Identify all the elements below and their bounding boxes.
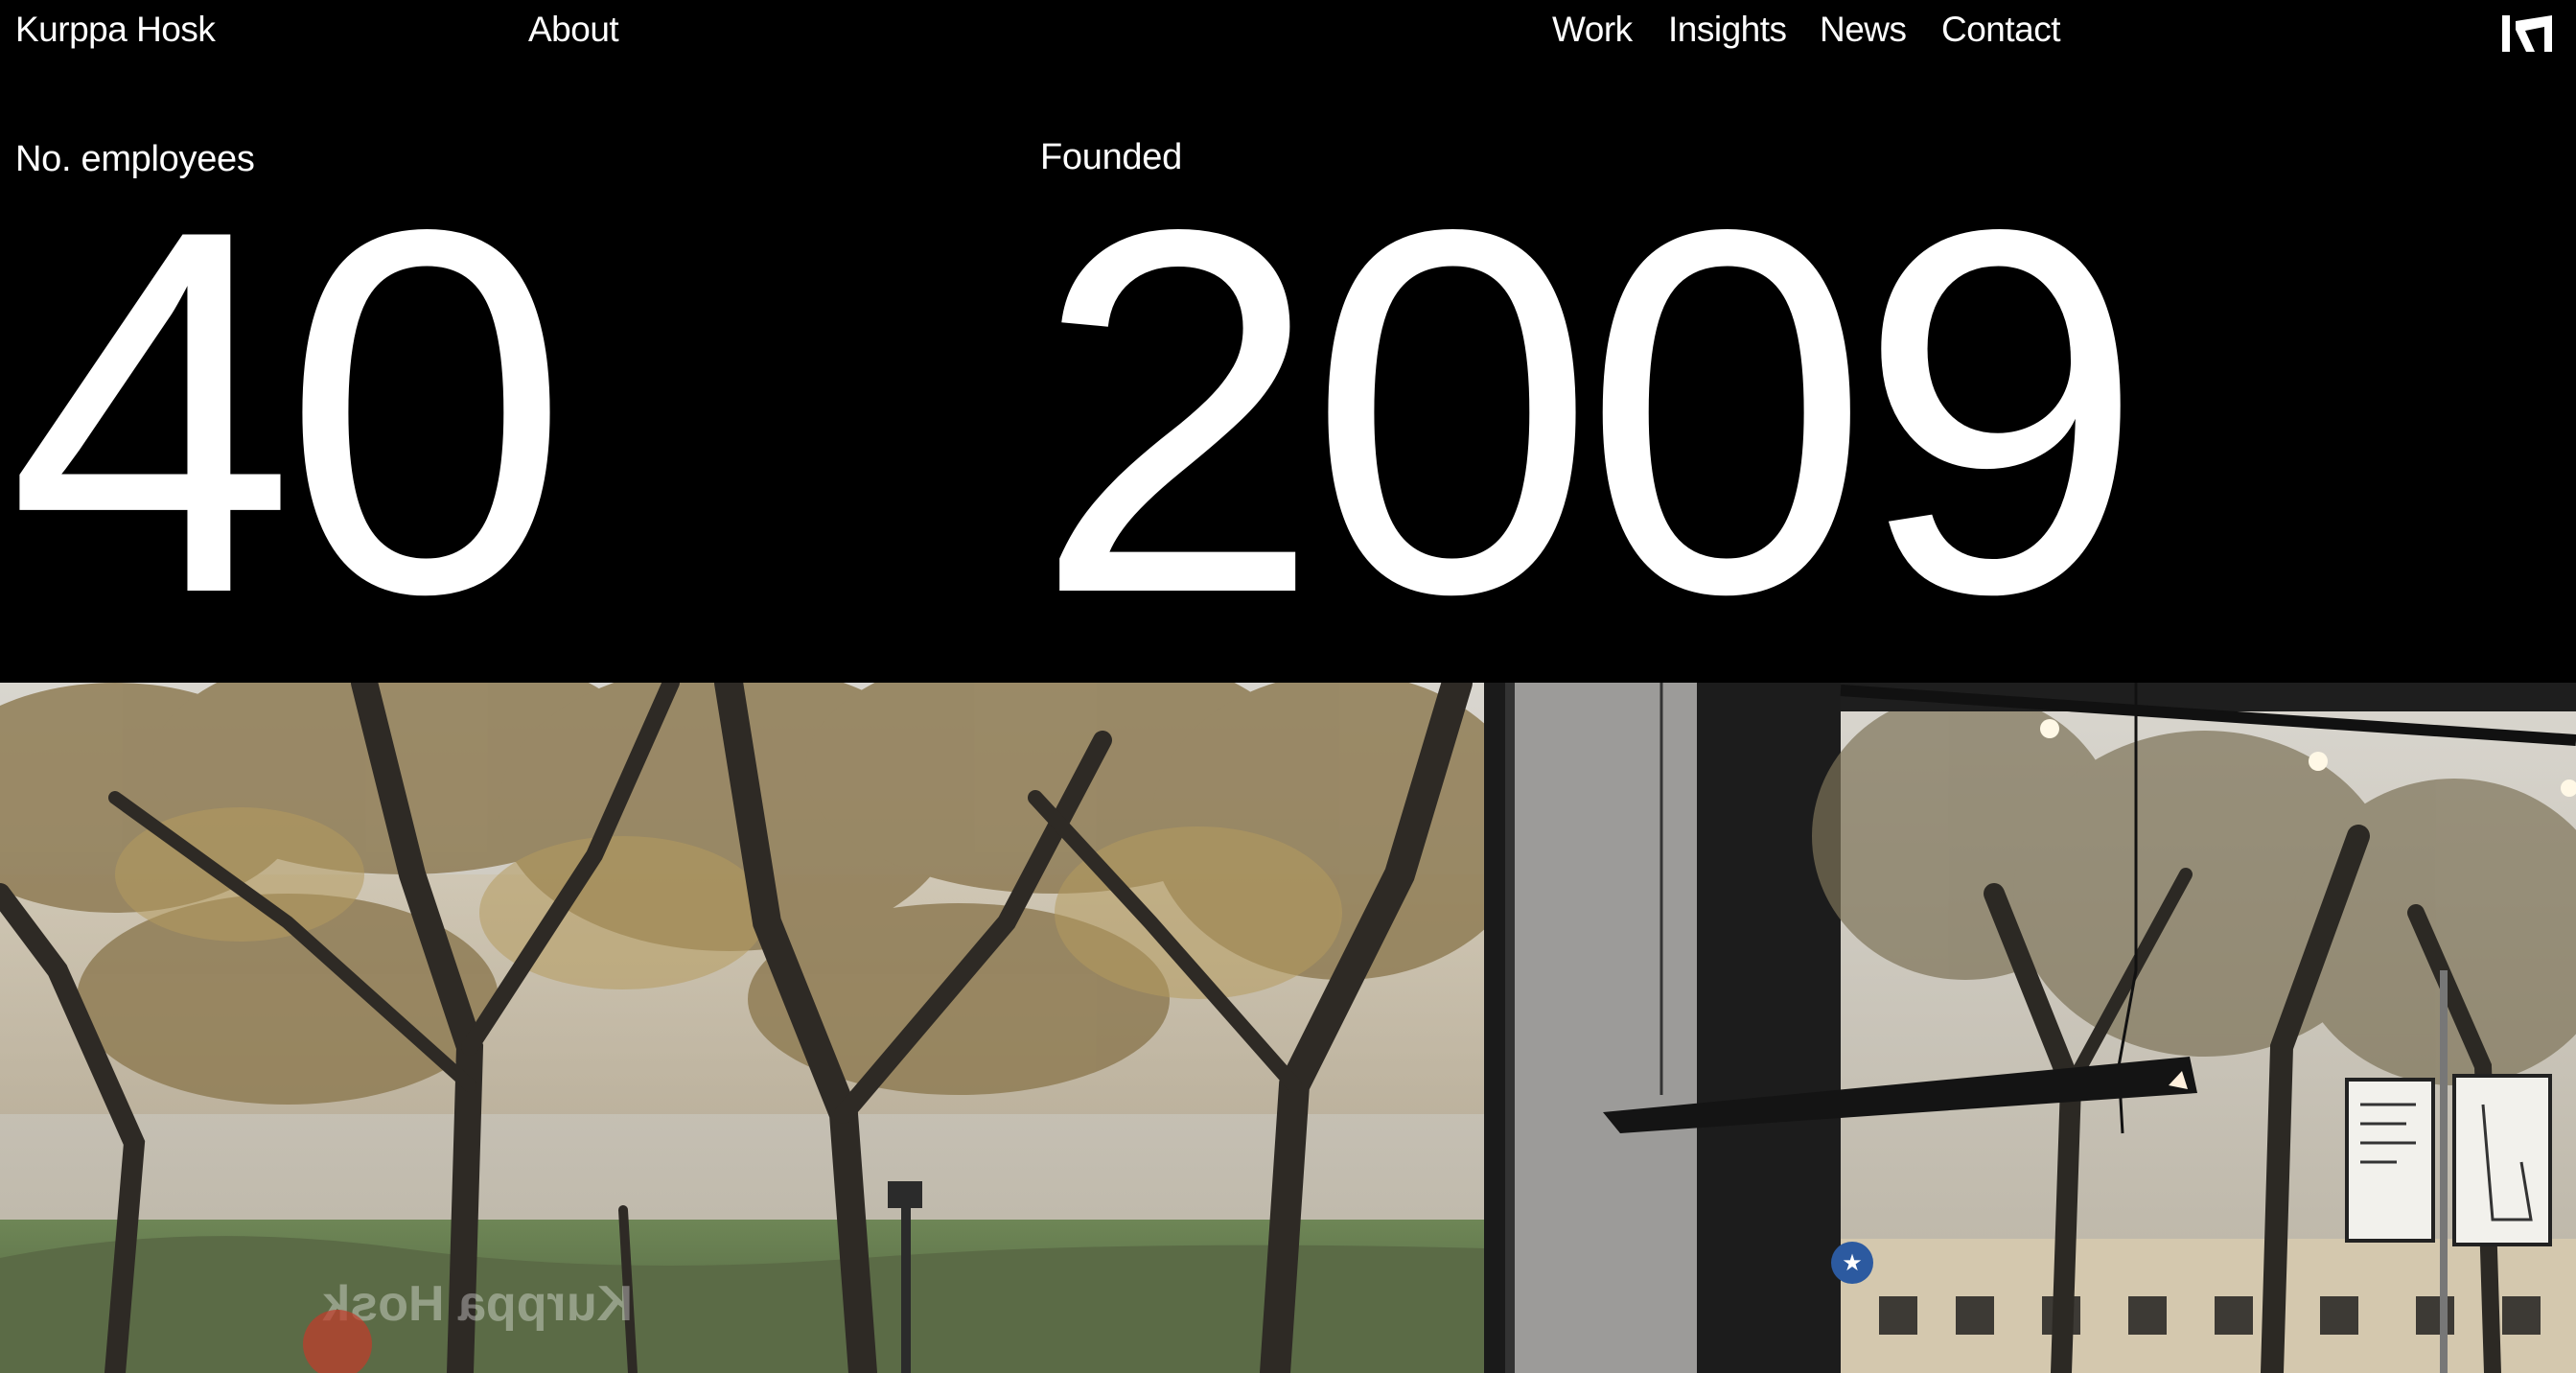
nav-link-insights[interactable]: Insights (1668, 10, 1787, 50)
svg-text:★: ★ (1842, 1249, 1863, 1276)
nav-link-about[interactable]: About (528, 10, 619, 50)
top-navigation: Kurppa Hosk About Work Insights News Con… (0, 0, 2576, 67)
nav-link-contact[interactable]: Contact (1941, 10, 2061, 50)
employees-value: 40 (8, 123, 570, 701)
window-reflection-text: Kurppa Hosk (322, 1276, 633, 1332)
brand-link[interactable]: Kurppa Hosk (15, 10, 216, 50)
nav-link-news[interactable]: News (1820, 10, 1907, 50)
office-window-photo: Kurppa Hosk ★ (0, 683, 2576, 1373)
nav-link-work[interactable]: Work (1552, 10, 1633, 50)
kh-monogram-icon[interactable] (2502, 13, 2558, 54)
founded-value: 2009 (1033, 123, 2145, 701)
